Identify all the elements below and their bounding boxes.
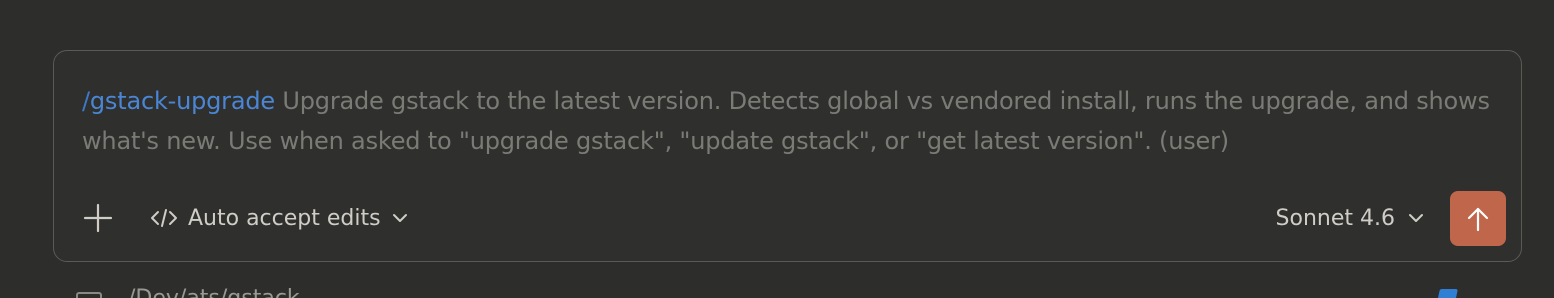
prompt-composer[interactable]: /gstack-upgrade Upgrade gstack to the la… [53,50,1522,262]
command-name: gstack-upgrade [89,87,275,115]
model-label: Sonnet 4.6 [1275,205,1395,231]
mode-label: Auto accept edits [188,205,381,231]
model-selector-button[interactable]: Sonnet 4.6 [1276,201,1425,235]
prompt-input[interactable]: /gstack-upgrade Upgrade gstack to the la… [82,81,1502,161]
footer-strip: /Dev/ats/gstack [76,288,1496,298]
mode-selector-button[interactable]: Auto accept edits [150,201,409,235]
command-slash: / [82,87,90,115]
plus-icon [83,203,113,233]
chevron-down-icon [1407,212,1425,224]
add-attachment-button[interactable] [82,202,114,234]
send-button[interactable] [1450,191,1506,246]
chevron-down-icon [391,212,409,224]
arrow-up-icon [1467,207,1489,231]
command-description: Upgrade gstack to the latest version. De… [82,87,1490,155]
folder-icon [76,292,102,298]
vscode-icon[interactable] [1436,289,1458,298]
code-icon [150,207,178,229]
project-path[interactable]: /Dev/ats/gstack [128,288,300,298]
